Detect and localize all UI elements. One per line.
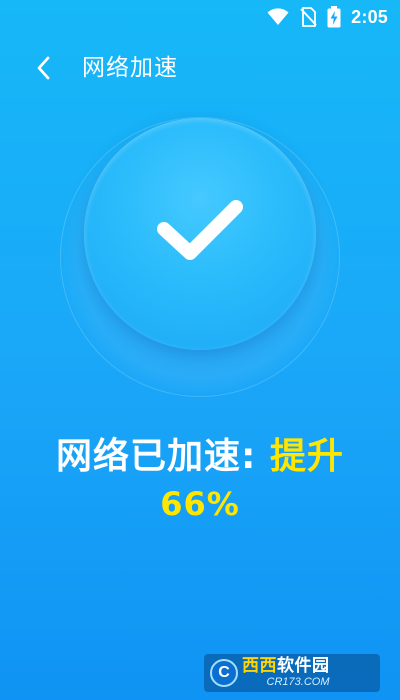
watermark-domain: CR173.COM (266, 676, 330, 688)
no-sim-icon (300, 7, 317, 27)
watermark-text: 西西软件园 CR173.COM (242, 658, 330, 688)
checkmark-icon (157, 200, 243, 260)
status-icons: 2:05 (267, 6, 388, 28)
page-title: 网络加速 (82, 55, 178, 81)
watermark-logo-icon: C (210, 659, 238, 687)
clock: 2:05 (351, 6, 388, 27)
watermark: C 西西软件园 CR173.COM (204, 654, 380, 692)
result-text: 网络已加速: 提升 (0, 432, 400, 482)
status-bar: 2:05 (0, 0, 400, 32)
result-highlight: 提升 (269, 436, 344, 477)
watermark-brand: 西西软件园 (242, 656, 330, 676)
chevron-left-icon (37, 56, 50, 80)
speedup-percent: 66% (160, 485, 240, 523)
back-button[interactable] (26, 50, 62, 86)
battery-charging-icon (327, 6, 341, 28)
wifi-icon (267, 8, 289, 25)
header: 网络加速 (0, 40, 400, 96)
result-label: 网络已加速: (56, 436, 270, 477)
